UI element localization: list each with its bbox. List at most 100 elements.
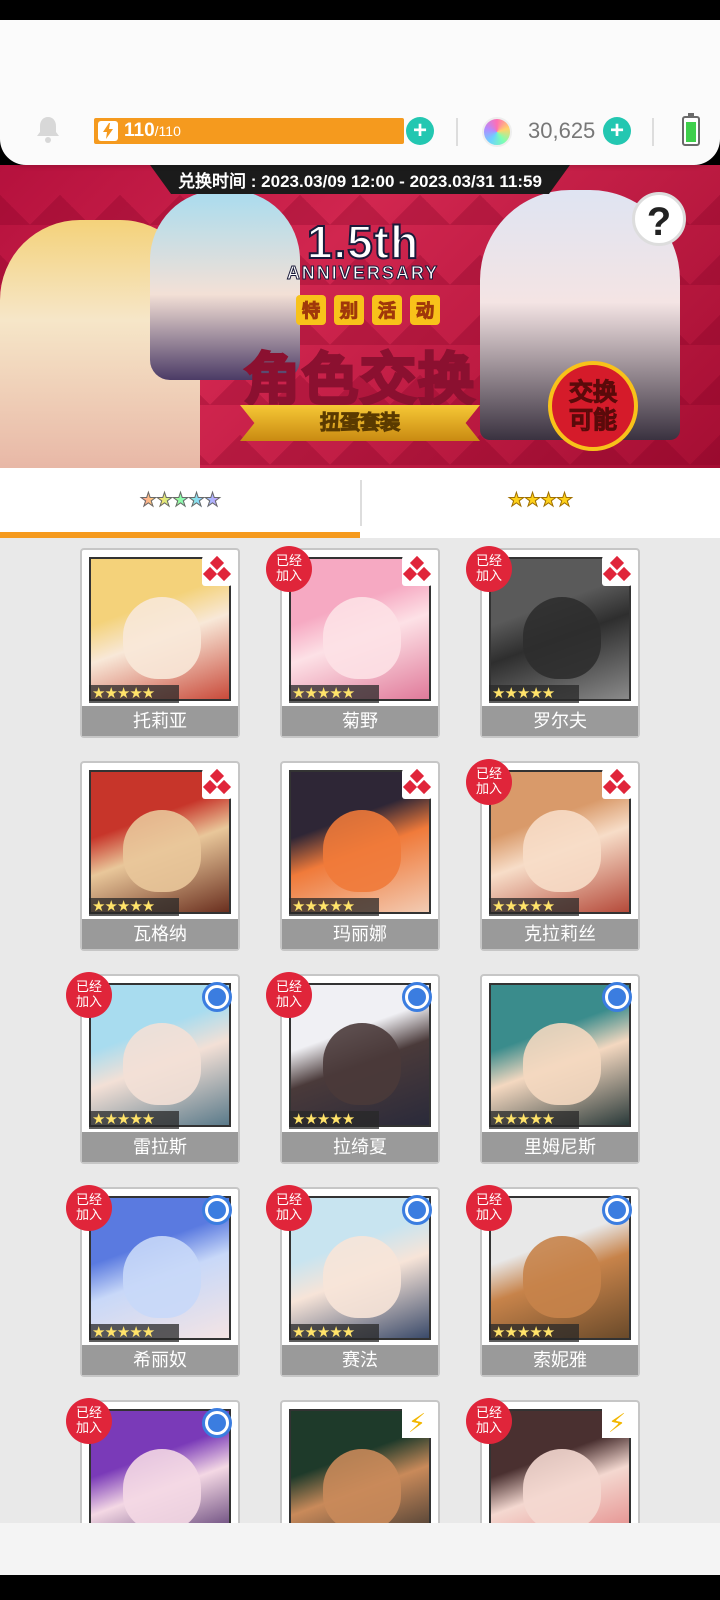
rarity-stars: ★★★★★ (489, 1111, 579, 1129)
exchange-period: 兑换时间 : 2023.03/09 12:00 - 2023.03/31 11:… (0, 165, 720, 194)
attribute-orb-icon (402, 1195, 432, 1225)
character-name: 克拉莉丝 (482, 919, 638, 949)
rarity-stars: ★★★★★ (489, 685, 579, 703)
character-name: 罗尔夫 (482, 706, 638, 736)
rarity-stars: ★★★★★ (89, 685, 179, 703)
attribute-orb-icon (202, 1408, 232, 1438)
top-header: 110/110 + 30,625 + (0, 20, 720, 165)
joined-badge: 已经 加入 (266, 972, 312, 1018)
character-name: 赛法 (282, 1345, 438, 1375)
character-name: 雷拉斯 (82, 1132, 238, 1162)
attribute-orb-icon (202, 982, 232, 1012)
joined-badge: 已经 加入 (66, 972, 112, 1018)
character-card[interactable]: ★★★★★ 已经 加入菊野 (266, 546, 440, 738)
gem-icon (482, 117, 512, 147)
rarity-stars: ★★★★★ (89, 1111, 179, 1129)
hud-divider-2 (652, 118, 654, 146)
character-name: 玛丽娜 (282, 919, 438, 949)
joined-badge: 已经 加入 (466, 546, 512, 592)
character-card[interactable]: ★★★★★ 已经 加入拉绮夏 (266, 972, 440, 1164)
add-gems-button[interactable]: + (603, 117, 631, 145)
energy-bar: 110/110 (94, 118, 404, 144)
attribute-lightning-icon: ⚡ (402, 1408, 432, 1438)
gem-count: 30,625 (528, 118, 596, 143)
attribute-orb-icon (202, 1195, 232, 1225)
banner-title: 角色交换 (243, 347, 476, 413)
character-card[interactable]: ★★★★★ 已经 加入 索妮雅 (466, 1185, 640, 1377)
character-card[interactable]: ★★★★★ 托莉亚 (80, 548, 240, 738)
tab-4-star-label: ★★★★ (507, 490, 573, 512)
character-card[interactable]: ★★★★★ 已经 加入罗尔夫 (466, 546, 640, 738)
attribute-diamond-icon (202, 768, 232, 799)
attribute-lightning-icon: ⚡ (602, 1408, 632, 1438)
joined-badge: 已经 加入 (466, 759, 512, 805)
attribute-orb-icon (602, 1195, 632, 1225)
tab-4-star[interactable]: ★★★★ (360, 468, 720, 538)
character-name: 希丽奴 (82, 1345, 238, 1375)
joined-badge: 已经 加入 (266, 1185, 312, 1231)
banner-ribbon: 扭蛋套装 (240, 405, 480, 441)
energy-max: /110 (154, 123, 181, 139)
joined-badge: 已经 加入 (466, 1398, 512, 1444)
character-card[interactable]: ★★★★★⚡已经加入 (466, 1398, 640, 1523)
energy-current: 110 (124, 120, 155, 141)
system-nav-bar (0, 1575, 720, 1600)
character-card[interactable]: ★★★★★ 瓦格纳 (80, 761, 240, 951)
attribute-diamond-icon (402, 768, 432, 799)
rarity-stars: ★★★★★ (89, 1324, 179, 1342)
exchange-period-text: 兑换时间 : 2023.03/09 12:00 - 2023.03/31 11:… (150, 165, 570, 194)
battery-icon (682, 113, 700, 146)
character-name: 菊野 (282, 706, 438, 736)
attribute-diamond-icon (602, 768, 632, 799)
special-char: 动 (410, 295, 440, 325)
special-char: 活 (372, 295, 402, 325)
joined-badge: 已经 加入 (66, 1185, 112, 1231)
character-card[interactable]: ★★★★★ 玛丽娜 (280, 761, 440, 951)
tab-5-star[interactable]: ★★★★★ (0, 468, 360, 538)
character-card[interactable]: ★★★★★ 已经 加入 克拉莉丝 (466, 759, 640, 951)
special-event-label: 特别活动 (258, 295, 478, 325)
rarity-stars: ★★★★★ (89, 898, 179, 916)
bell-icon[interactable] (34, 114, 62, 144)
anniversary-text: ANNIVERSARY (286, 263, 440, 284)
attribute-orb-icon (602, 982, 632, 1012)
character-grid: ★★★★★ 托莉亚 ★★★★★ 已经 加入 菊野 ★★★★★ 已经 加入 罗尔夫 ★★★★★ 瓦格纳 ★… (0, 538, 720, 1523)
status-bar (0, 0, 720, 20)
rarity-stars: ★★★★★ (289, 898, 379, 916)
character-name: 瓦格纳 (82, 919, 238, 949)
character-card[interactable]: ★★★★★ 里姆尼斯 (480, 974, 640, 1164)
character-name: 拉绮夏 (282, 1132, 438, 1162)
currency-hud: 110/110 + 30,625 + (0, 108, 720, 156)
help-button[interactable]: ? (632, 192, 686, 246)
joined-badge: 已经 加入 (66, 1398, 112, 1444)
character-name: 里姆尼斯 (482, 1132, 638, 1162)
special-char: 特 (296, 295, 326, 325)
exchange-available-badge: 交换可能 (548, 361, 638, 451)
character-card[interactable]: ★★★★★已经加入 (66, 1398, 240, 1523)
add-energy-button[interactable]: + (406, 117, 434, 145)
badge-text: 交换可能 (569, 379, 618, 435)
character-card[interactable]: ★★★★★ 已经 加入希丽奴 (66, 1185, 240, 1377)
lightning-icon (98, 121, 118, 141)
rarity-stars: ★★★★★ (289, 685, 379, 703)
character-name: 托莉亚 (82, 706, 238, 736)
anniversary-logo: 1.5th ANNIVERSARY (268, 215, 458, 284)
joined-badge: 已经 加入 (266, 546, 312, 592)
rarity-tabs: ★★★★★ ★★★★ (0, 468, 720, 538)
character-card[interactable]: ★★★★★ 已经 加入雷拉斯 (66, 972, 240, 1164)
special-char: 别 (334, 295, 364, 325)
rarity-stars: ★★★★★ (289, 1111, 379, 1129)
joined-badge: 已经 加入 (466, 1185, 512, 1231)
bottom-bar (0, 1523, 720, 1575)
character-card[interactable]: ★★★★★ 已经 加入赛法 (266, 1185, 440, 1377)
anniversary-number: 1.5th (306, 215, 420, 269)
tab-5-star-label: ★★★★★ (139, 490, 221, 512)
hud-divider (456, 118, 458, 146)
character-card[interactable]: ★★★★★⚡ (280, 1400, 440, 1523)
attribute-diamond-icon (202, 555, 232, 586)
rarity-stars: ★★★★★ (289, 1324, 379, 1342)
event-banner: 兑换时间 : 2023.03/09 12:00 - 2023.03/31 11:… (0, 165, 720, 468)
attribute-orb-icon (402, 982, 432, 1012)
character-name: 索妮雅 (482, 1345, 638, 1375)
attribute-diamond-icon (402, 555, 432, 586)
